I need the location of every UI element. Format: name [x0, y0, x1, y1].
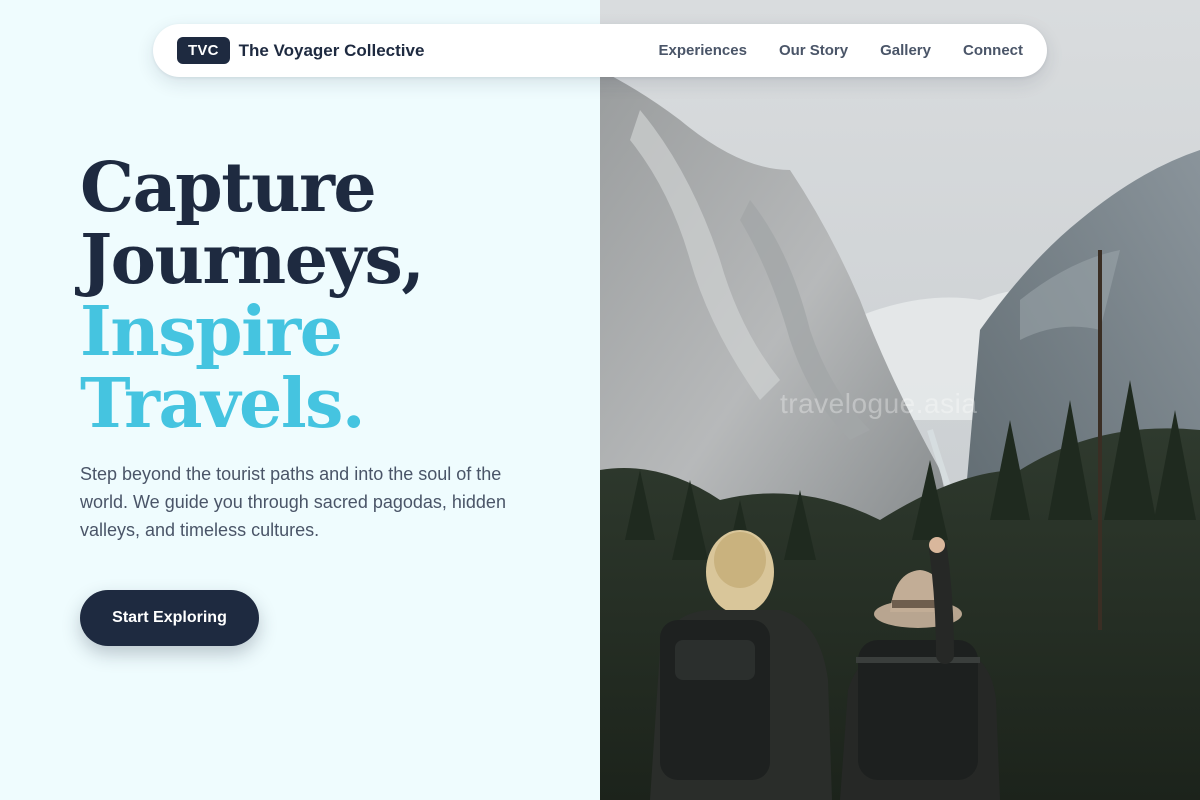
brand-name: The Voyager Collective: [238, 40, 425, 60]
nav-link-our-story[interactable]: Our Story: [779, 42, 848, 59]
nav-link-experiences[interactable]: Experiences: [659, 42, 747, 59]
start-exploring-button[interactable]: Start Exploring: [80, 590, 259, 646]
headline-line-3: Inspire: [80, 292, 343, 372]
top-navigation: TVC The Voyager Collective Experiences O…: [153, 24, 1047, 77]
hero-section: Capture Journeys, Inspire Travels. Step …: [80, 152, 550, 544]
logo-badge: TVC: [177, 37, 230, 64]
hero-description: Step beyond the tourist paths and into t…: [80, 464, 506, 540]
nav-links: Experiences Our Story Gallery Connect: [659, 42, 1023, 59]
brand-logo[interactable]: TVC The Voyager Collective: [177, 37, 424, 64]
hero-headline: Capture Journeys, Inspire Travels.: [80, 152, 550, 440]
image-watermark: travelogue.asia: [780, 388, 978, 419]
headline-line-2: Journeys,: [80, 220, 425, 300]
headline-line-1: Capture: [80, 148, 377, 228]
nav-link-gallery[interactable]: Gallery: [880, 42, 931, 59]
nav-link-connect[interactable]: Connect: [963, 42, 1023, 59]
headline-line-4: Travels.: [80, 364, 366, 444]
